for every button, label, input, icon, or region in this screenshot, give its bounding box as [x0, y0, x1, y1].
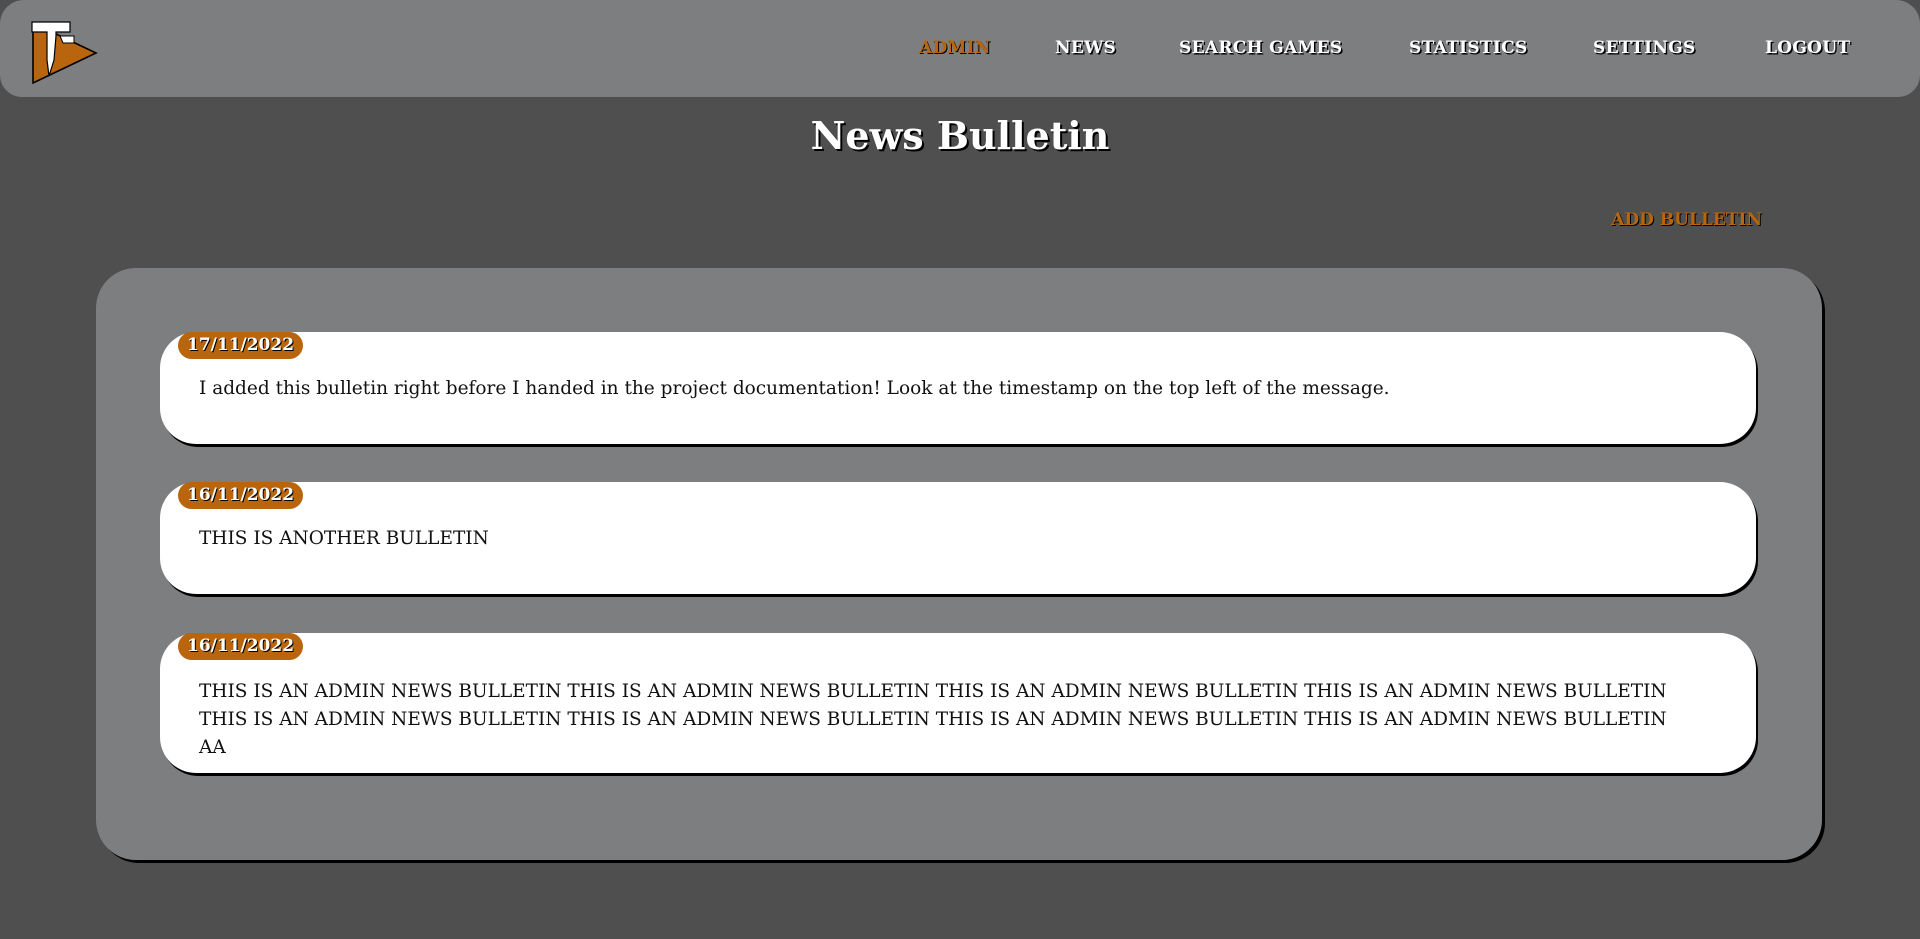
- bulletin-date-badge: 16/11/2022: [178, 482, 304, 509]
- bulletin-text: THIS IS AN ADMIN NEWS BULLETIN THIS IS A…: [199, 681, 1667, 758]
- bulletin-text: THIS IS ANOTHER BULLETIN: [199, 528, 489, 549]
- bulletin-text: I added this bulletin right before I han…: [199, 378, 1390, 399]
- bulletin-date-badge: 16/11/2022: [178, 633, 304, 660]
- nav-statistics[interactable]: STATISTICS: [1409, 38, 1528, 58]
- bulletin-panel: 17/11/2022 I added this bulletin right b…: [96, 268, 1822, 860]
- nav-settings[interactable]: SETTINGS: [1593, 38, 1696, 58]
- nav-search-games[interactable]: SEARCH GAMES: [1179, 38, 1342, 58]
- bulletin-card: 16/11/2022 THIS IS ANOTHER BULLETIN: [160, 482, 1756, 594]
- tf-logo-icon[interactable]: [30, 20, 98, 86]
- nav-admin[interactable]: ADMIN: [919, 38, 991, 58]
- bulletin-card: 17/11/2022 I added this bulletin right b…: [160, 332, 1756, 444]
- bulletin-date-badge: 17/11/2022: [178, 332, 304, 359]
- page-title: News Bulletin: [810, 113, 1110, 158]
- nav-logout[interactable]: LOGOUT: [1765, 38, 1850, 58]
- bulletin-card: 16/11/2022 THIS IS AN ADMIN NEWS BULLETI…: [160, 633, 1756, 773]
- add-bulletin-button[interactable]: ADD BULLETIN: [1611, 210, 1762, 230]
- top-nav-bar: ADMIN NEWS SEARCH GAMES STATISTICS SETTI…: [0, 0, 1920, 97]
- nav-news[interactable]: NEWS: [1055, 38, 1116, 58]
